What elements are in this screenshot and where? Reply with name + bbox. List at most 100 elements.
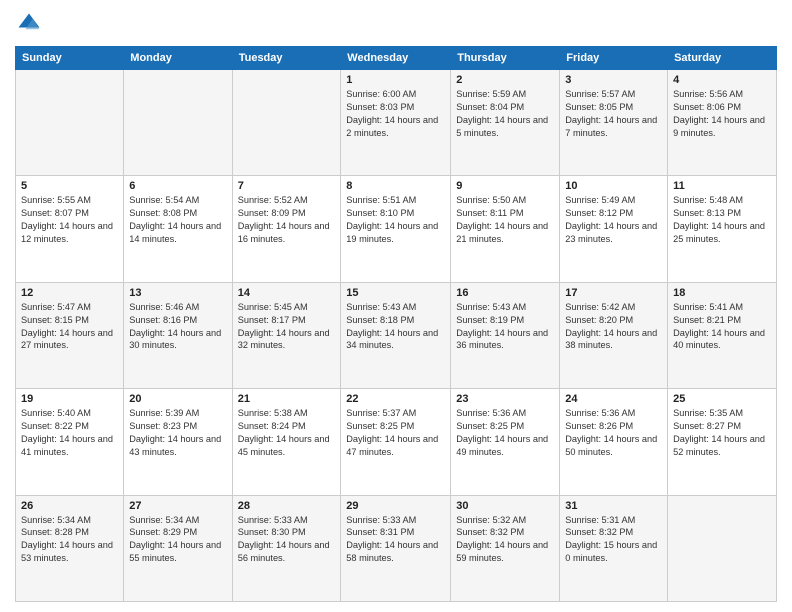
calendar-cell: 29 Sunrise: 5:33 AMSunset: 8:31 PMDayligh… xyxy=(341,495,451,601)
day-info: Sunrise: 6:00 AMSunset: 8:03 PMDaylight:… xyxy=(346,88,445,140)
day-info: Sunrise: 5:36 AMSunset: 8:26 PMDaylight:… xyxy=(565,407,662,459)
calendar-cell: 14 Sunrise: 5:45 AMSunset: 8:17 PMDayligh… xyxy=(232,282,341,388)
day-info: Sunrise: 5:35 AMSunset: 8:27 PMDaylight:… xyxy=(673,407,771,459)
day-number: 18 xyxy=(673,287,771,299)
calendar-cell: 8Sunrise: 5:51 AMSunset: 8:10 PMDaylight… xyxy=(341,176,451,282)
calendar-cell: 11 Sunrise: 5:48 AMSunset: 8:13 PMDayligh… xyxy=(668,176,777,282)
day-number: 3 xyxy=(565,74,662,86)
day-info: Sunrise: 5:36 AMSunset: 8:25 PMDaylight:… xyxy=(456,407,554,459)
day-number: 5 xyxy=(21,180,118,192)
day-info: Sunrise: 5:37 AMSunset: 8:25 PMDaylight:… xyxy=(346,407,445,459)
day-number: 2 xyxy=(456,74,554,86)
calendar-cell: 19 Sunrise: 5:40 AMSunset: 8:22 PMDayligh… xyxy=(16,389,124,495)
day-info: Sunrise: 5:59 AMSunset: 8:04 PMDaylight:… xyxy=(456,88,554,140)
calendar-cell: 24 Sunrise: 5:36 AMSunset: 8:26 PMDayligh… xyxy=(560,389,668,495)
calendar-cell: 5 Sunrise: 5:55 AMSunset: 8:07 PMDaylight… xyxy=(16,176,124,282)
calendar-cell: 30 Sunrise: 5:32 AMSunset: 8:32 PMDayligh… xyxy=(451,495,560,601)
calendar-cell: 4Sunrise: 5:56 AMSunset: 8:06 PMDaylight… xyxy=(668,70,777,176)
calendar-week-row: 1 Sunrise: 6:00 AMSunset: 8:03 PMDaylight… xyxy=(16,70,777,176)
day-info: Sunrise: 5:33 AMSunset: 8:31 PMDaylight:… xyxy=(346,514,445,566)
col-header-monday: Monday xyxy=(124,47,232,70)
day-number: 15 xyxy=(346,287,445,299)
day-number: 25 xyxy=(673,393,771,405)
day-number: 19 xyxy=(21,393,118,405)
calendar-cell: 18 Sunrise: 5:41 AMSunset: 8:21 PMDayligh… xyxy=(668,282,777,388)
day-number: 29 xyxy=(346,500,445,512)
calendar-cell xyxy=(668,495,777,601)
day-info: Sunrise: 5:57 AMSunset: 8:05 PMDaylight:… xyxy=(565,88,662,140)
calendar-table: SundayMondayTuesdayWednesdayThursdayFrid… xyxy=(15,46,777,602)
col-header-thursday: Thursday xyxy=(451,47,560,70)
day-info: Sunrise: 5:45 AMSunset: 8:17 PMDaylight:… xyxy=(238,301,336,353)
calendar-cell: 1 Sunrise: 6:00 AMSunset: 8:03 PMDaylight… xyxy=(341,70,451,176)
calendar-cell: 7 Sunrise: 5:52 AMSunset: 8:09 PMDaylight… xyxy=(232,176,341,282)
calendar-week-row: 19 Sunrise: 5:40 AMSunset: 8:22 PMDayligh… xyxy=(16,389,777,495)
day-info: Sunrise: 5:31 AMSunset: 8:32 PMDaylight:… xyxy=(565,514,662,566)
day-number: 9 xyxy=(456,180,554,192)
day-number: 12 xyxy=(21,287,118,299)
day-info: Sunrise: 5:43 AMSunset: 8:19 PMDaylight:… xyxy=(456,301,554,353)
day-number: 20 xyxy=(129,393,226,405)
day-info: Sunrise: 5:47 AMSunset: 8:15 PMDaylight:… xyxy=(21,301,118,353)
day-number: 14 xyxy=(238,287,336,299)
day-info: Sunrise: 5:43 AMSunset: 8:18 PMDaylight:… xyxy=(346,301,445,353)
day-number: 10 xyxy=(565,180,662,192)
calendar-cell: 27 Sunrise: 5:34 AMSunset: 8:29 PMDayligh… xyxy=(124,495,232,601)
day-info: Sunrise: 5:34 AMSunset: 8:28 PMDaylight:… xyxy=(21,514,118,566)
day-number: 28 xyxy=(238,500,336,512)
day-number: 27 xyxy=(129,500,226,512)
calendar-cell: 15 Sunrise: 5:43 AMSunset: 8:18 PMDayligh… xyxy=(341,282,451,388)
day-number: 4 xyxy=(673,74,771,86)
day-number: 26 xyxy=(21,500,118,512)
calendar-cell: 2 Sunrise: 5:59 AMSunset: 8:04 PMDaylight… xyxy=(451,70,560,176)
calendar-cell: 25 Sunrise: 5:35 AMSunset: 8:27 PMDayligh… xyxy=(668,389,777,495)
day-number: 21 xyxy=(238,393,336,405)
day-number: 24 xyxy=(565,393,662,405)
calendar-cell: 13 Sunrise: 5:46 AMSunset: 8:16 PMDayligh… xyxy=(124,282,232,388)
calendar-cell: 21Sunrise: 5:38 AMSunset: 8:24 PMDayligh… xyxy=(232,389,341,495)
logo-icon xyxy=(15,10,43,38)
col-header-sunday: Sunday xyxy=(16,47,124,70)
day-number: 1 xyxy=(346,74,445,86)
calendar-cell: 26 Sunrise: 5:34 AMSunset: 8:28 PMDayligh… xyxy=(16,495,124,601)
col-header-wednesday: Wednesday xyxy=(341,47,451,70)
day-info: Sunrise: 5:46 AMSunset: 8:16 PMDaylight:… xyxy=(129,301,226,353)
day-number: 17 xyxy=(565,287,662,299)
col-header-saturday: Saturday xyxy=(668,47,777,70)
day-number: 16 xyxy=(456,287,554,299)
day-number: 7 xyxy=(238,180,336,192)
day-info: Sunrise: 5:54 AMSunset: 8:08 PMDaylight:… xyxy=(129,194,226,246)
calendar-cell xyxy=(232,70,341,176)
calendar-week-row: 12 Sunrise: 5:47 AMSunset: 8:15 PMDayligh… xyxy=(16,282,777,388)
day-number: 6 xyxy=(129,180,226,192)
calendar-week-row: 5 Sunrise: 5:55 AMSunset: 8:07 PMDaylight… xyxy=(16,176,777,282)
day-info: Sunrise: 5:32 AMSunset: 8:32 PMDaylight:… xyxy=(456,514,554,566)
calendar-header-row: SundayMondayTuesdayWednesdayThursdayFrid… xyxy=(16,47,777,70)
day-number: 31 xyxy=(565,500,662,512)
page: SundayMondayTuesdayWednesdayThursdayFrid… xyxy=(0,0,792,612)
day-info: Sunrise: 5:39 AMSunset: 8:23 PMDaylight:… xyxy=(129,407,226,459)
day-number: 13 xyxy=(129,287,226,299)
calendar-week-row: 26 Sunrise: 5:34 AMSunset: 8:28 PMDayligh… xyxy=(16,495,777,601)
day-info: Sunrise: 5:40 AMSunset: 8:22 PMDaylight:… xyxy=(21,407,118,459)
day-info: Sunrise: 5:41 AMSunset: 8:21 PMDaylight:… xyxy=(673,301,771,353)
calendar-cell: 3 Sunrise: 5:57 AMSunset: 8:05 PMDaylight… xyxy=(560,70,668,176)
day-info: Sunrise: 5:34 AMSunset: 8:29 PMDaylight:… xyxy=(129,514,226,566)
calendar-cell: 12 Sunrise: 5:47 AMSunset: 8:15 PMDayligh… xyxy=(16,282,124,388)
header xyxy=(15,10,777,38)
col-header-tuesday: Tuesday xyxy=(232,47,341,70)
col-header-friday: Friday xyxy=(560,47,668,70)
day-info: Sunrise: 5:48 AMSunset: 8:13 PMDaylight:… xyxy=(673,194,771,246)
day-number: 11 xyxy=(673,180,771,192)
day-info: Sunrise: 5:52 AMSunset: 8:09 PMDaylight:… xyxy=(238,194,336,246)
calendar-cell: 17Sunrise: 5:42 AMSunset: 8:20 PMDayligh… xyxy=(560,282,668,388)
day-number: 30 xyxy=(456,500,554,512)
calendar-cell: 31 Sunrise: 5:31 AMSunset: 8:32 PMDayligh… xyxy=(560,495,668,601)
day-info: Sunrise: 5:55 AMSunset: 8:07 PMDaylight:… xyxy=(21,194,118,246)
calendar-cell: 6 Sunrise: 5:54 AMSunset: 8:08 PMDaylight… xyxy=(124,176,232,282)
calendar-cell: 10 Sunrise: 5:49 AMSunset: 8:12 PMDayligh… xyxy=(560,176,668,282)
day-info: Sunrise: 5:49 AMSunset: 8:12 PMDaylight:… xyxy=(565,194,662,246)
calendar-cell xyxy=(16,70,124,176)
day-info: Sunrise: 5:50 AMSunset: 8:11 PMDaylight:… xyxy=(456,194,554,246)
day-number: 8 xyxy=(346,180,445,192)
